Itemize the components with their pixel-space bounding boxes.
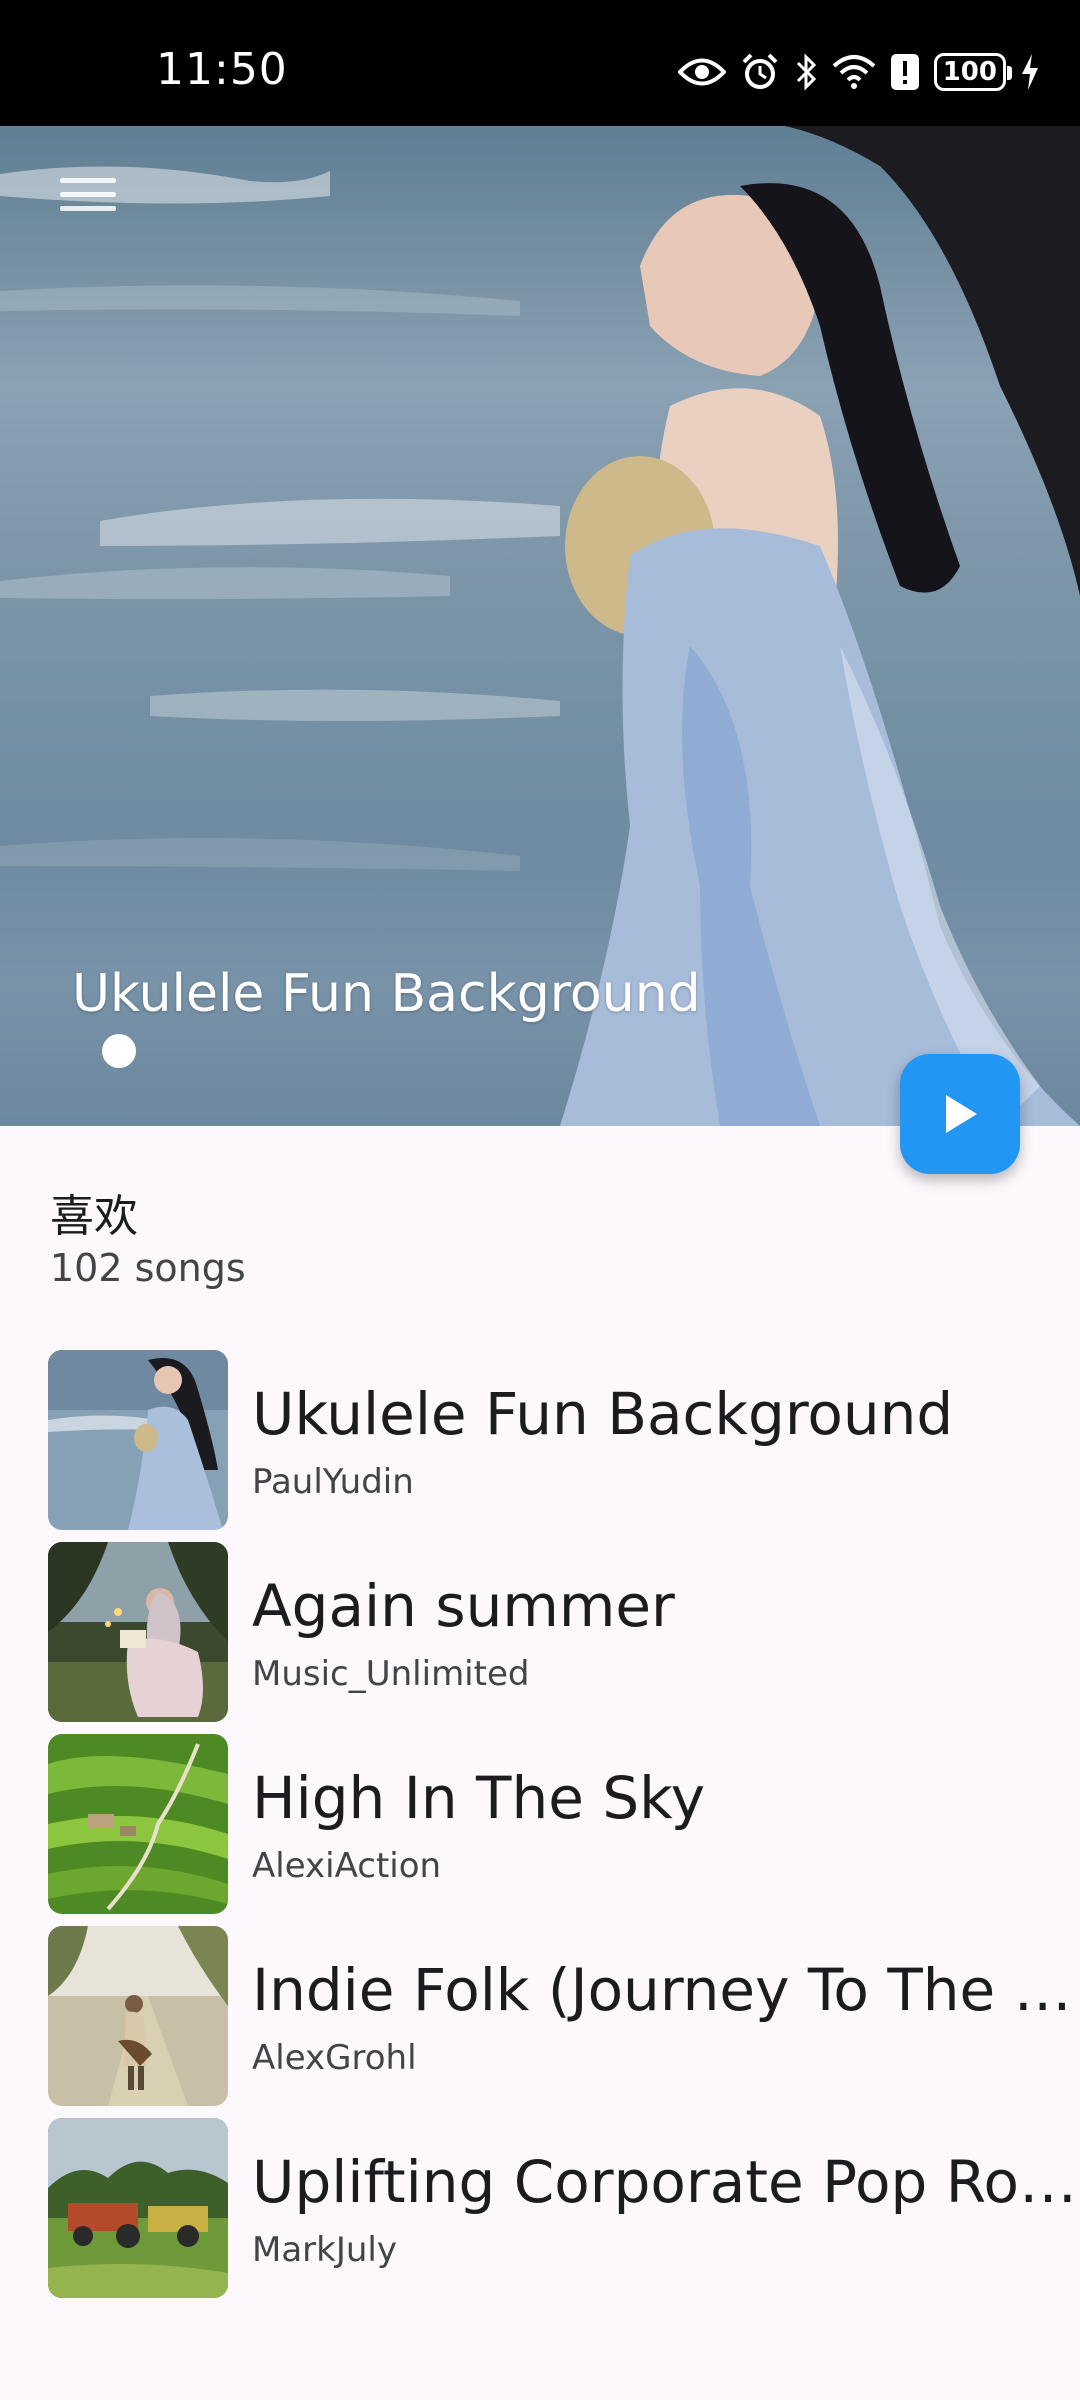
song-artist: PaulYudin	[252, 1462, 414, 1502]
status-time: 11:50	[156, 44, 288, 95]
song-title: Ukulele Fun Background	[252, 1380, 954, 1448]
song-artist: AlexiAction	[252, 1846, 442, 1886]
song-title: High In The Sky	[252, 1764, 706, 1832]
page-indicator-dot	[102, 1034, 136, 1068]
song-thumbnail	[48, 1350, 228, 1530]
now-playing-hero[interactable]: Ukulele Fun Background	[0, 126, 1080, 1126]
song-item[interactable]: High In The Sky AlexiAction	[48, 1734, 1058, 1926]
song-thumbnail	[48, 1542, 228, 1722]
hamburger-menu-icon[interactable]	[60, 178, 116, 218]
song-item[interactable]: Indie Folk (Journey To The Heart) AlexGr…	[48, 1926, 1080, 2118]
status-bar: 11:50 100	[0, 0, 1080, 126]
battery-icon: 100	[933, 53, 1013, 91]
song-count: 102 songs	[50, 1246, 246, 1290]
playlist-name: 喜欢	[50, 1191, 138, 1242]
song-thumbnail	[48, 1926, 228, 2106]
song-title: Indie Folk (Journey To The Heart)	[252, 1956, 1080, 2024]
alert-icon	[890, 52, 920, 92]
charging-icon	[1020, 52, 1040, 92]
song-artist: Music_Unlimited	[252, 1654, 530, 1694]
song-artist: AlexGrohl	[252, 2038, 417, 2078]
song-thumbnail	[48, 2118, 228, 2298]
status-icons: 100	[677, 48, 1040, 96]
song-list: Ukulele Fun Background PaulYudin Again s…	[48, 1350, 1080, 2310]
battery-level: 100	[942, 57, 997, 87]
eye-icon	[677, 55, 726, 89]
play-icon	[946, 1095, 977, 1133]
song-artist: MarkJuly	[252, 2230, 397, 2270]
hero-song-title: Ukulele Fun Background	[72, 964, 701, 1024]
song-title: Uplifting Corporate Pop Rock	[252, 2148, 1080, 2216]
song-thumbnail	[48, 1734, 228, 1914]
bluetooth-icon	[794, 52, 818, 92]
song-title: Again summer	[252, 1572, 675, 1640]
song-item[interactable]: Ukulele Fun Background PaulYudin	[48, 1350, 1058, 1542]
wifi-icon	[832, 54, 876, 90]
song-item[interactable]: Again summer Music_Unlimited	[48, 1542, 1058, 1734]
alarm-icon	[740, 52, 780, 92]
song-item[interactable]: Uplifting Corporate Pop Rock MarkJuly	[48, 2118, 1080, 2310]
play-button[interactable]	[900, 1054, 1020, 1174]
